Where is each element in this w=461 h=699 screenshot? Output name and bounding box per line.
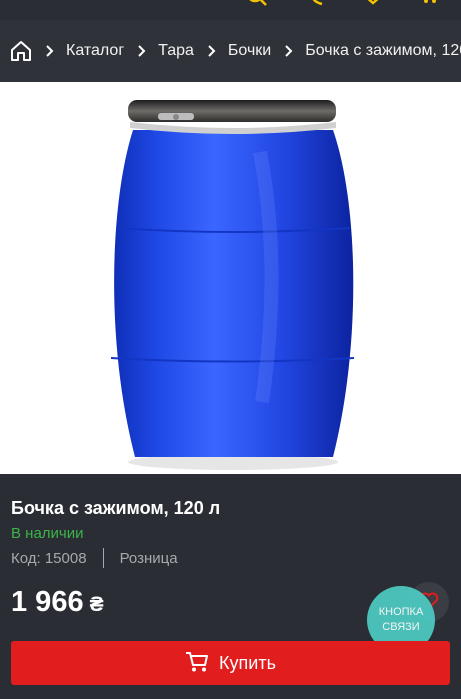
contact-button-line2: СВЯЗИ (382, 621, 420, 633)
home-icon[interactable] (10, 40, 32, 62)
product-image[interactable] (0, 82, 461, 474)
product-price: 1 966 ₴ (11, 586, 104, 619)
contact-button-line1: КНОПКА (378, 606, 424, 618)
availability-status: В наличии (11, 525, 84, 542)
breadcrumb-item-tara[interactable]: Тара (158, 42, 194, 60)
price-type: Розница (119, 549, 178, 567)
currency-symbol: ₴ (89, 593, 104, 616)
top-header (0, 0, 461, 20)
breadcrumb-item-barrels[interactable]: Бочки (228, 42, 271, 60)
buy-button[interactable]: Купить (11, 641, 450, 685)
cart-icon (185, 651, 209, 676)
product-title: Бочка с зажимом, 120 л (11, 498, 221, 518)
breadcrumb-item-catalog[interactable]: Каталог (66, 42, 124, 60)
product-meta: Код: 15008 Розница (11, 548, 178, 568)
barrel-image (110, 100, 355, 470)
product-info: Бочка с зажимом, 120 л В наличии Код: 15… (0, 474, 461, 699)
meta-divider (102, 548, 104, 568)
chevron-right-icon (284, 44, 294, 58)
phone-icon[interactable] (308, 0, 330, 12)
product-code: Код: 15008 (11, 549, 87, 567)
price-value: 1 966 (11, 586, 84, 618)
buy-button-label: Купить (219, 652, 276, 673)
heart-icon[interactable] (362, 0, 384, 12)
menu-icon[interactable] (22, 0, 44, 12)
breadcrumb: Каталог Тара Бочки Бочка с зажимом, 120 … (0, 20, 461, 82)
search-icon[interactable] (247, 0, 269, 12)
chevron-right-icon (207, 44, 217, 58)
cart-icon[interactable] (420, 0, 442, 12)
breadcrumb-item-current: Бочка с зажимом, 120 л (305, 42, 461, 59)
chevron-right-icon (137, 44, 147, 58)
chevron-right-icon (45, 44, 55, 58)
